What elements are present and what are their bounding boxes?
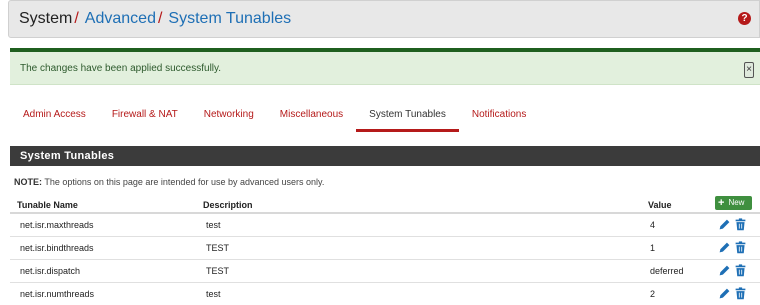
delete-trash-icon[interactable] (734, 241, 747, 254)
edit-pencil-icon[interactable] (718, 264, 731, 277)
column-header-value: Value (648, 200, 672, 210)
close-icon[interactable]: × (744, 62, 754, 78)
note-label: NOTE: (14, 177, 42, 187)
row-actions (718, 264, 747, 277)
tunable-value: 4 (650, 220, 656, 230)
tab-system-tunables[interactable]: System Tunables (356, 100, 459, 132)
tunable-name: net.isr.bindthreads (20, 243, 94, 253)
table-row: net.isr.dispatch TEST deferred (10, 260, 760, 283)
breadcrumb-system-tunables-link[interactable]: System Tunables (168, 10, 291, 28)
tab-networking[interactable]: Networking (191, 100, 267, 130)
table-row: net.isr.bindthreads TEST 1 (10, 237, 760, 260)
tab-miscellaneous[interactable]: Miscellaneous (267, 100, 356, 130)
note-text: NOTE: The options on this page are inten… (14, 177, 324, 187)
success-alert: The changes have been applied successful… (10, 48, 760, 85)
edit-pencil-icon[interactable] (718, 287, 731, 300)
tab-notifications[interactable]: Notifications (459, 100, 539, 130)
tab-firewall-nat[interactable]: Firewall & NAT (99, 100, 191, 130)
tunable-value: 1 (650, 243, 656, 253)
tunable-name: net.isr.numthreads (20, 289, 95, 299)
tunable-description: test (206, 289, 221, 299)
delete-trash-icon[interactable] (734, 264, 747, 277)
edit-pencil-icon[interactable] (718, 218, 731, 231)
tunable-name: net.isr.maxthreads (20, 220, 94, 230)
tunable-value: 2 (650, 289, 656, 299)
tunable-description: TEST (206, 243, 230, 253)
row-actions (718, 287, 747, 300)
column-header-description: Description (203, 200, 253, 210)
breadcrumb-separator: / (74, 10, 79, 27)
tab-bar: Admin Access Firewall & NAT Networking M… (10, 100, 539, 132)
tab-admin-access[interactable]: Admin Access (10, 100, 99, 130)
new-tunable-button[interactable]: + New (715, 196, 752, 210)
plus-icon: + (718, 197, 725, 209)
tunable-name: net.isr.dispatch (20, 266, 81, 276)
delete-trash-icon[interactable] (734, 218, 747, 231)
tunable-value: deferred (650, 266, 684, 276)
tunable-description: TEST (206, 266, 230, 276)
breadcrumb-advanced-link[interactable]: Advanced (85, 10, 156, 28)
breadcrumb: System / Advanced / System Tunables ? (8, 0, 760, 38)
edit-pencil-icon[interactable] (718, 241, 731, 254)
table-header: Tunable Name Description Value + New (10, 194, 760, 214)
delete-trash-icon[interactable] (734, 287, 747, 300)
row-actions (718, 241, 747, 254)
breadcrumb-separator: / (157, 10, 163, 27)
breadcrumb-root: System (19, 10, 73, 27)
tunable-description: test (206, 220, 221, 230)
alert-message: The changes have been applied successful… (20, 62, 222, 74)
page: System / Advanced / System Tunables ? Th… (0, 0, 760, 305)
column-header-name: Tunable Name (17, 200, 78, 210)
new-button-label: New (728, 198, 745, 207)
tunables-table: Tunable Name Description Value + New net… (10, 194, 760, 305)
table-row: net.isr.numthreads test 2 (10, 283, 760, 305)
table-row: net.isr.maxthreads test 4 (10, 214, 760, 237)
row-actions (718, 218, 747, 231)
panel-title: System Tunables (10, 146, 760, 166)
help-icon[interactable]: ? (738, 12, 751, 25)
note-body: The options on this page are intended fo… (42, 177, 325, 187)
